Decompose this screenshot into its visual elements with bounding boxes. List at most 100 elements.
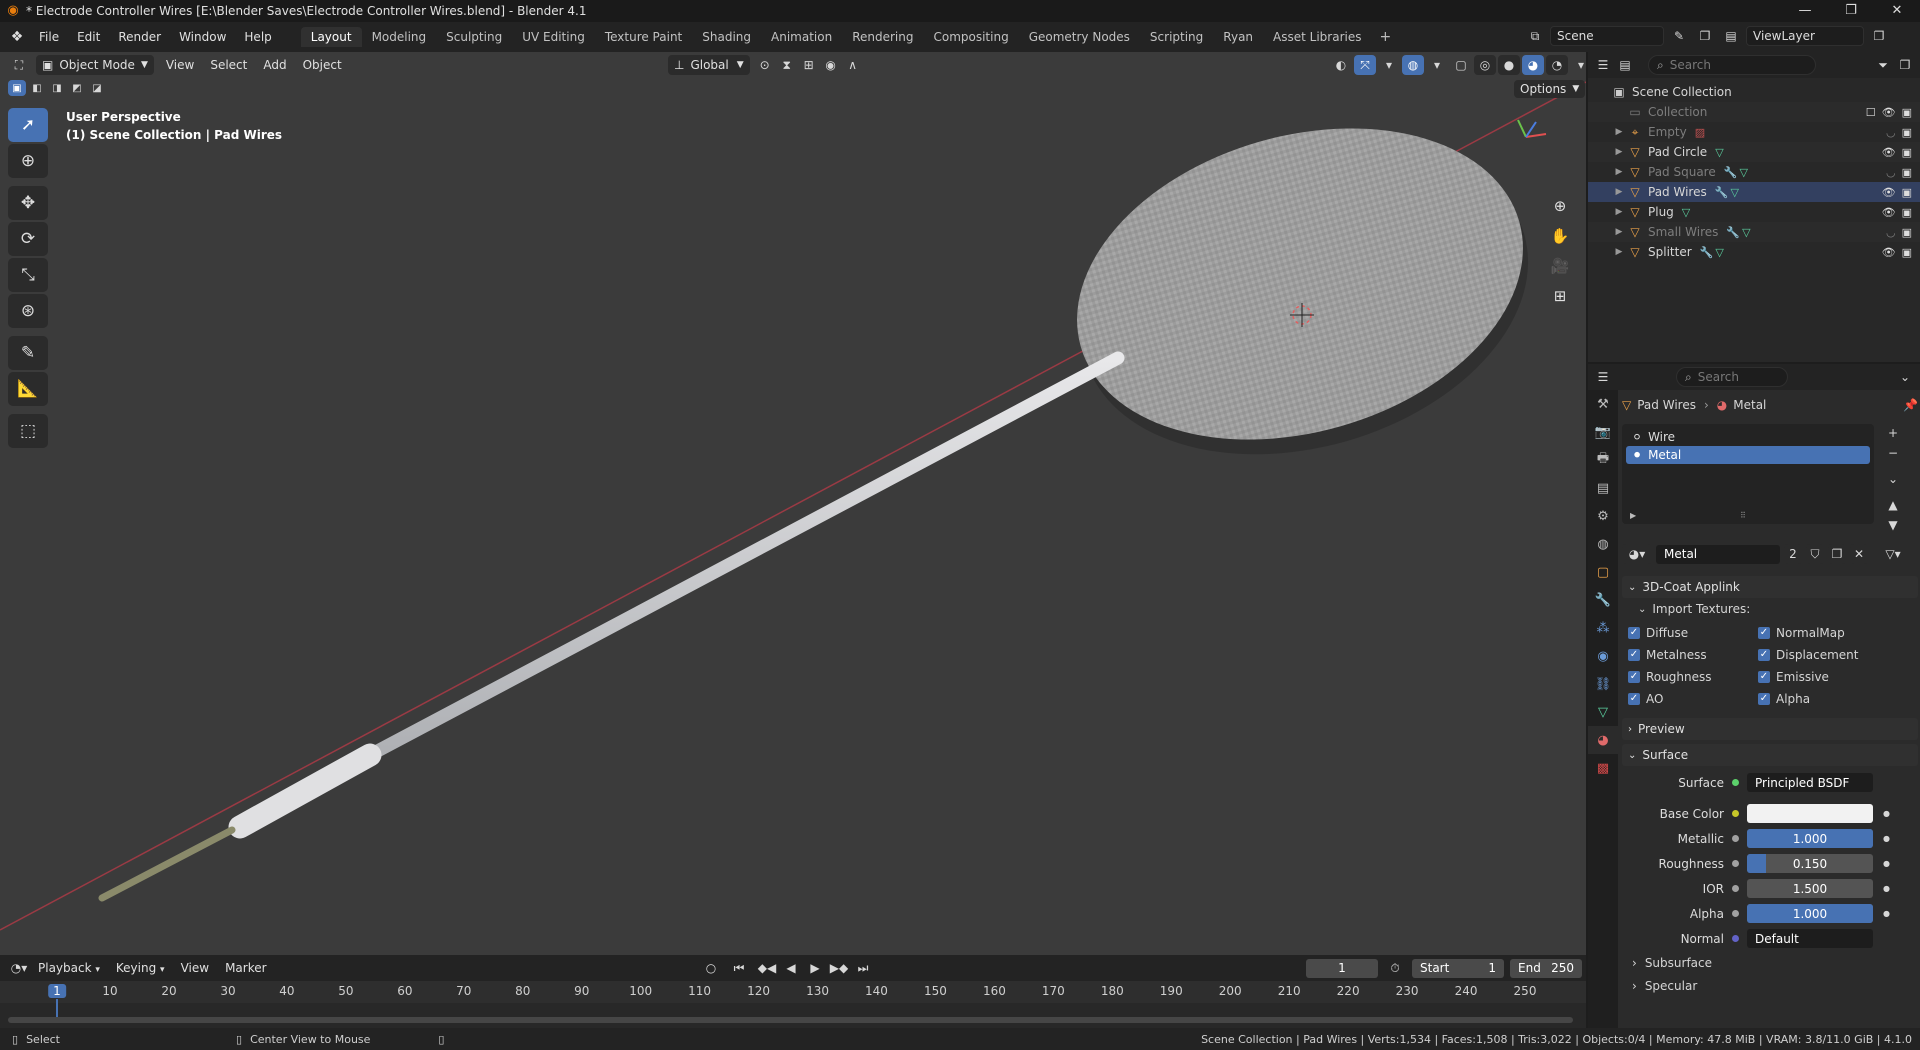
view-layer-icon[interactable]: ▤ xyxy=(1720,26,1742,46)
resize-grip-icon[interactable]: ⠿ xyxy=(1740,511,1746,520)
rendered-shading-icon[interactable]: ◔ xyxy=(1546,55,1568,75)
move-down-icon[interactable]: ▼ xyxy=(1884,516,1902,534)
properties-editor-icon[interactable]: ☰ xyxy=(1592,367,1614,387)
tab-uv-editing[interactable]: UV Editing xyxy=(512,27,595,47)
maximize-button[interactable]: ❐ xyxy=(1828,0,1874,22)
applink-panel-header[interactable]: ⌄ 3D-Coat Applink xyxy=(1622,576,1918,598)
user-count[interactable]: 2 xyxy=(1784,544,1802,564)
scene-icon[interactable]: ⧉ xyxy=(1524,26,1546,46)
camera-icon[interactable]: ▣ xyxy=(1902,226,1912,239)
ior-field[interactable]: 1.500 xyxy=(1747,879,1873,898)
eye-icon[interactable]: 👁 xyxy=(1882,146,1896,159)
normal-field[interactable]: Default xyxy=(1747,929,1873,948)
zoom-icon[interactable]: ⊕ xyxy=(1546,192,1574,220)
surface-panel-header[interactable]: ⌄ Surface xyxy=(1622,744,1918,766)
gizmo-toggle-icon[interactable]: ⤧ xyxy=(1354,55,1376,75)
snap-icon[interactable]: ⧗ xyxy=(776,55,798,75)
3d-viewport[interactable]: ⛶ ▣ Object Mode ▼ View Select Add Object… xyxy=(0,52,1586,955)
minimize-button[interactable]: — xyxy=(1782,0,1828,22)
displacement-checkbox[interactable]: ✓ Displacement xyxy=(1758,644,1859,666)
options-button[interactable]: Options ▼ xyxy=(1514,80,1586,98)
move-up-icon[interactable]: ▲ xyxy=(1884,496,1902,514)
outliner-item-pad-circle[interactable]: ▶ ▽ Pad Circle ▽ 👁 ▣ xyxy=(1588,142,1920,162)
overlay-toggle-icon[interactable]: ◍ xyxy=(1402,55,1424,75)
solid-shading-icon[interactable]: ● xyxy=(1498,55,1520,75)
select-subtract-icon[interactable]: ◨ xyxy=(48,80,66,96)
tab-asset-libraries[interactable]: Asset Libraries xyxy=(1263,27,1371,47)
expand-arrow-icon[interactable]: ▶ xyxy=(1612,227,1626,237)
eye-icon[interactable]: 👁 xyxy=(1882,186,1896,199)
link-dot-icon[interactable]: ● xyxy=(1883,884,1890,893)
gizmo-menu-icon[interactable]: ▾ xyxy=(1378,55,1400,75)
transform-orientation-selector[interactable]: ⊥ Global ▼ xyxy=(668,55,750,75)
annotate-tool[interactable]: ✎ xyxy=(8,336,48,370)
link-type-icon[interactable]: ▽▾ xyxy=(1882,544,1904,564)
pivot-icon[interactable]: ⊙ xyxy=(754,55,776,75)
camera-icon[interactable]: ▣ xyxy=(1902,206,1912,219)
pan-hand-icon[interactable]: ✋ xyxy=(1546,222,1574,250)
material-slot-wire[interactable]: ⚪ Wire xyxy=(1626,428,1870,446)
camera-icon[interactable]: ▣ xyxy=(1902,126,1912,139)
tab-sculpting[interactable]: Sculpting xyxy=(436,27,512,47)
measure-tool[interactable]: 📐 xyxy=(8,372,48,406)
shading-menu-icon[interactable]: ▾ xyxy=(1570,55,1586,75)
wireframe-shading-icon[interactable]: ◎ xyxy=(1474,55,1496,75)
preview-panel-header[interactable]: › Preview xyxy=(1622,718,1918,740)
texture-tab-icon[interactable]: ▩ xyxy=(1588,754,1618,782)
menu-file[interactable]: File xyxy=(30,30,68,44)
outliner-scene-collection[interactable]: ▣ Scene Collection xyxy=(1588,82,1920,102)
display-mode-icon[interactable]: ▤ xyxy=(1614,55,1636,75)
expand-arrow-icon[interactable]: ▶ xyxy=(1612,207,1626,217)
blender-menu-icon[interactable]: ❖ xyxy=(4,29,30,45)
select-invert-icon[interactable]: ◩ xyxy=(68,80,86,96)
expand-arrow-icon[interactable]: ▶ xyxy=(1612,247,1626,257)
material-shading-icon[interactable]: ◕ xyxy=(1522,55,1544,75)
alpha-checkbox[interactable]: ✓ Alpha xyxy=(1758,688,1859,710)
falloff-icon[interactable]: ∧ xyxy=(842,55,864,75)
mesh-data-tab-icon[interactable]: ▽ xyxy=(1588,698,1618,726)
camera-view-icon[interactable]: 🎥 xyxy=(1546,252,1574,280)
proportional-edit-icon[interactable]: ◉ xyxy=(820,55,842,75)
properties-search-input[interactable]: ⌕ Search xyxy=(1676,367,1788,387)
camera-icon[interactable]: ▣ xyxy=(1902,246,1912,259)
output-tab-icon[interactable]: 🖶 xyxy=(1588,446,1618,474)
subsurface-panel-header[interactable]: › Subsurface xyxy=(1622,951,1918,975)
expand-arrow-icon[interactable]: ▶ xyxy=(1612,187,1626,197)
browse-material-icon[interactable]: ◕▾ xyxy=(1622,544,1652,564)
object-tab-icon[interactable]: ▢ xyxy=(1588,558,1618,586)
visibility-icon[interactable]: ◐ xyxy=(1330,55,1352,75)
particles-tab-icon[interactable]: ⁂ xyxy=(1588,614,1618,642)
menu-render[interactable]: Render xyxy=(109,30,170,44)
outliner-item-pad-square[interactable]: ▶ ▽ Pad Square 🔧 ▽ ◡ ▣ xyxy=(1588,162,1920,182)
material-name-field[interactable]: Metal xyxy=(1656,544,1780,564)
link-dot-icon[interactable]: ● xyxy=(1883,834,1890,843)
tab-animation[interactable]: Animation xyxy=(761,27,842,47)
select-extend-icon[interactable]: ◧ xyxy=(28,80,46,96)
view-layer-tab-icon[interactable]: ▤ xyxy=(1588,474,1618,502)
view-layer-new-icon[interactable]: ❐ xyxy=(1868,26,1890,46)
view-layer-selector[interactable]: ViewLayer xyxy=(1746,26,1864,46)
ao-checkbox[interactable]: ✓ AO xyxy=(1628,688,1758,710)
playhead-line[interactable] xyxy=(56,999,58,1017)
link-dot-icon[interactable]: ● xyxy=(1883,809,1890,818)
outliner-search-input[interactable]: ⌕ Search xyxy=(1648,55,1816,75)
camera-icon[interactable]: ▣ xyxy=(1902,186,1912,199)
menu-select[interactable]: Select xyxy=(202,58,255,72)
constraints-tab-icon[interactable]: ⛓ xyxy=(1588,670,1618,698)
scene-selector[interactable]: Scene xyxy=(1550,26,1664,46)
surface-shader-field[interactable]: Principled BSDF xyxy=(1747,773,1873,792)
ortho-grid-icon[interactable]: ⊞ xyxy=(1546,282,1574,310)
camera-icon[interactable]: ▣ xyxy=(1902,106,1912,119)
scene-new-icon[interactable]: ❐ xyxy=(1694,26,1716,46)
tab-geometry-nodes[interactable]: Geometry Nodes xyxy=(1019,27,1140,47)
menu-view[interactable]: View xyxy=(158,58,202,72)
mode-selector[interactable]: ▣ Object Mode ▼ xyxy=(36,55,154,75)
roughness-slider[interactable]: 0.150 xyxy=(1747,854,1873,873)
scene-tab-icon[interactable]: ⚙ xyxy=(1588,502,1618,530)
chevron-down-icon[interactable]: ⌄ xyxy=(1894,367,1916,387)
duplicate-material-icon[interactable]: ❐ xyxy=(1828,544,1846,564)
eye-hidden-icon[interactable]: ◡ xyxy=(1886,126,1896,139)
alpha-slider[interactable]: 1.000 xyxy=(1747,904,1873,923)
rotate-tool[interactable]: ⟳ xyxy=(8,222,48,256)
eye-hidden-icon[interactable]: ◡ xyxy=(1886,226,1896,239)
